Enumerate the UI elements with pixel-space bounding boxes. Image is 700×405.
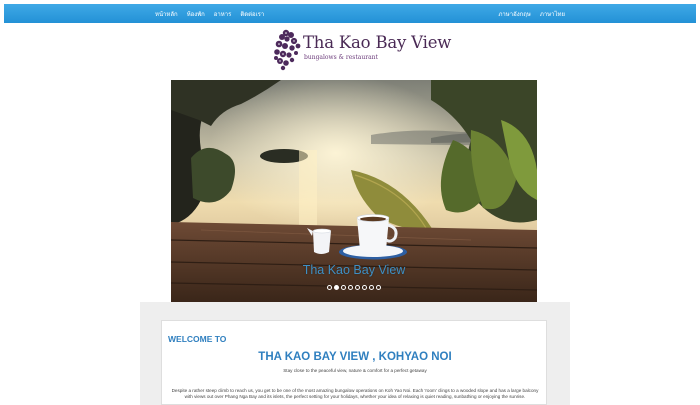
site-logo[interactable]: Tha Kao Bay View bungalows & restaurant [272,27,451,71]
welcome-section: WELCOME TO THA KAO BAY VIEW , KOHYAO NOI… [161,320,547,405]
welcome-tagline: Stay close to the peaceful view, nature … [283,368,427,373]
welcome-heading: THA KAO BAY VIEW , KOHYAO NOI [258,351,452,363]
nav-link-home[interactable]: หน้าหลัก [155,9,178,19]
nav-link-rooms[interactable]: ห้องพัก [187,9,205,19]
logo-subtitle: bungalows & restaurant [304,54,378,61]
logo-title: Tha Kao Bay View [303,33,452,52]
carousel-indicator[interactable] [369,285,374,290]
carousel-indicator[interactable] [376,285,381,290]
carousel-indicator[interactable] [355,285,360,290]
carousel-indicators [171,285,537,290]
hero-carousel[interactable]: Tha Kao Bay View [171,80,537,302]
carousel-caption: Tha Kao Bay View [302,263,406,277]
language-thai-link[interactable]: ภาษาไทย [540,9,565,19]
flower-logo-icon [274,29,301,71]
nav-link-food[interactable]: อาหาร [214,9,232,19]
carousel-indicator-active[interactable] [334,285,339,290]
top-navigation-bar: หน้าหลัก ห้องพัก อาหาร ติดต่อเรา ภาษาอัง… [4,4,696,23]
carousel-indicator[interactable] [348,285,353,290]
welcome-intro-text: Despite a rather steep climb to reach us… [171,388,539,399]
page: หน้าหลัก ห้องพัก อาหาร ติดต่อเรา ภาษาอัง… [0,0,700,405]
carousel-indicator[interactable] [341,285,346,290]
welcome-label: WELCOME TO [168,334,227,344]
main-menu: หน้าหลัก ห้องพัก อาหาร ติดต่อเรา [155,4,264,23]
language-menu: ภาษาอังกฤษ ภาษาไทย [498,4,565,23]
carousel-indicator[interactable] [327,285,332,290]
nav-link-contact[interactable]: ติดต่อเรา [240,9,264,19]
language-english-link[interactable]: ภาษาอังกฤษ [498,9,530,19]
carousel-indicator[interactable] [362,285,367,290]
